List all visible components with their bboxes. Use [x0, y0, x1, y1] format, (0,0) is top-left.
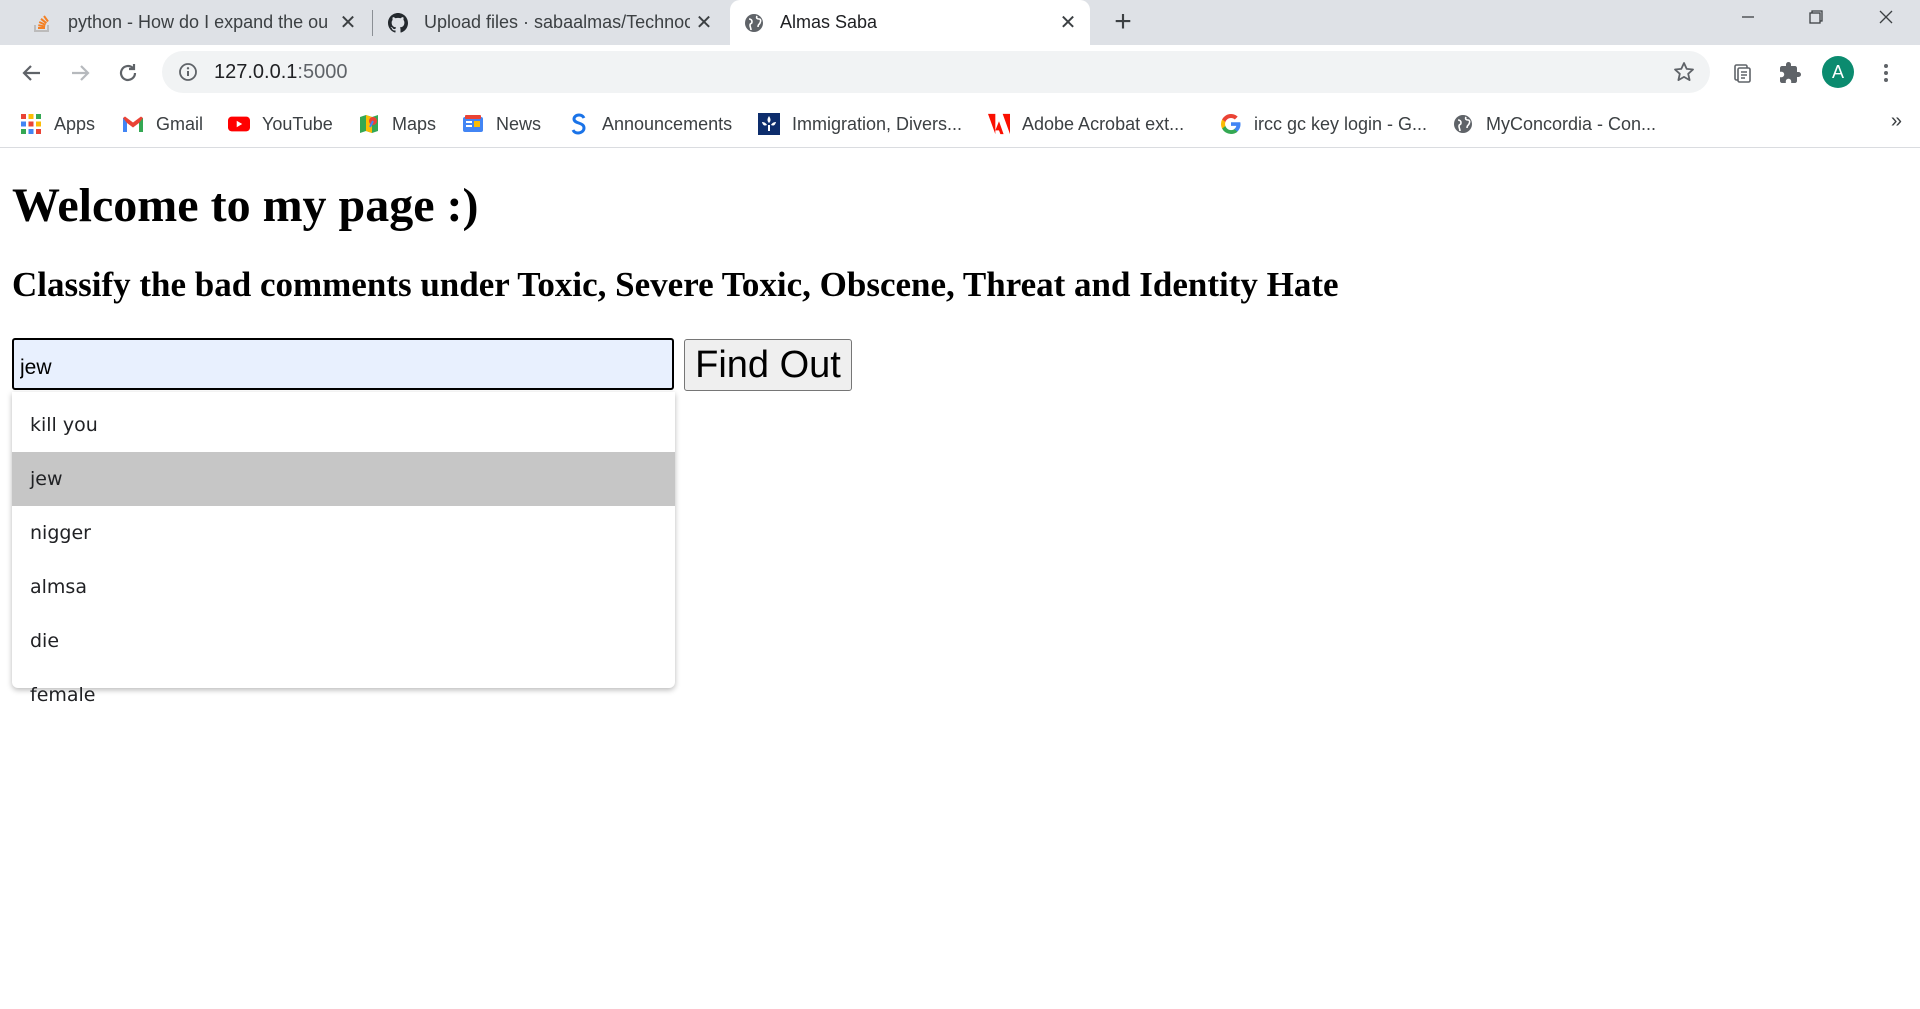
browser-toolbar: 127.0.0.1:5000 A: [0, 45, 1920, 100]
profile-avatar[interactable]: A: [1822, 56, 1854, 88]
close-window-button[interactable]: [1852, 0, 1920, 34]
back-button[interactable]: [12, 53, 52, 93]
bookmark-adobe[interactable]: Adobe Acrobat ext...: [988, 111, 1184, 137]
maps-icon: [358, 113, 380, 135]
bookmark-news[interactable]: News: [462, 111, 541, 137]
reading-list-icon[interactable]: [1724, 55, 1760, 91]
restore-button[interactable]: [1782, 0, 1850, 34]
stackoverflow-icon: [32, 13, 52, 33]
github-icon: [388, 12, 408, 33]
reload-icon: [119, 64, 137, 82]
youtube-icon: [228, 113, 250, 135]
adobe-icon: [988, 113, 1010, 135]
bookmark-label: Announcements: [602, 113, 733, 134]
page-content: Welcome to my page :) Classify the bad c…: [0, 148, 1920, 1009]
news-icon: [462, 113, 484, 135]
bookmark-announcements[interactable]: Announcements: [568, 111, 732, 137]
suggestion-item[interactable]: almsa: [12, 560, 675, 614]
apps-grid-icon: [20, 113, 42, 135]
bookmark-label: MyConcordia - Con...: [1486, 113, 1657, 134]
bookmarks-overflow-button[interactable]: »: [1891, 110, 1902, 133]
tab-github[interactable]: Upload files · sabaalmas/Technoc ✕: [374, 0, 726, 45]
google-icon: [1220, 113, 1242, 135]
bookmark-label: Maps: [392, 113, 437, 134]
close-tab-icon[interactable]: ✕: [1054, 9, 1082, 37]
suggestion-item-selected[interactable]: jew: [12, 452, 675, 506]
new-tab-button[interactable]: +: [1105, 4, 1141, 40]
bookmark-myconcordia[interactable]: MyConcordia - Con...: [1452, 111, 1656, 137]
tab-almas-saba[interactable]: Almas Saba ✕: [730, 0, 1090, 45]
globe-icon: [1452, 113, 1474, 135]
bookmark-label: Apps: [54, 113, 96, 134]
bookmark-immigration[interactable]: Immigration, Divers...: [758, 111, 962, 137]
find-out-button[interactable]: Find Out: [684, 339, 852, 391]
bookmark-apps[interactable]: Apps: [20, 111, 95, 137]
bookmark-label: ircc gc key login - G...: [1254, 113, 1428, 134]
gmail-icon: [122, 113, 144, 135]
back-arrow-icon: [22, 65, 40, 81]
bookmark-label: News: [496, 113, 542, 134]
url-text[interactable]: 127.0.0.1:5000: [214, 61, 347, 84]
close-tab-icon[interactable]: ✕: [690, 9, 718, 37]
page-subtitle: Classify the bad comments under Toxic, S…: [12, 265, 1339, 304]
bookmark-maps[interactable]: Maps: [358, 111, 436, 137]
forward-arrow-icon: [72, 65, 90, 81]
page-title: Welcome to my page :): [12, 179, 479, 232]
bookmark-star-icon[interactable]: [1672, 60, 1696, 84]
forward-button[interactable]: [60, 53, 100, 93]
tab-title: Upload files · sabaalmas/Technoc: [424, 12, 690, 32]
tab-separator: [372, 10, 373, 36]
bookmark-youtube[interactable]: YouTube: [228, 111, 333, 137]
url-port: :5000: [297, 61, 348, 83]
tab-title: python - How do I expand the ou: [68, 12, 329, 32]
suggestion-item[interactable]: die: [12, 614, 675, 668]
tab-strip: python - How do I expand the ou ✕ Upload…: [0, 0, 1920, 45]
comment-input[interactable]: [12, 338, 674, 390]
menu-kebab-icon[interactable]: [1868, 55, 1904, 91]
address-bar[interactable]: 127.0.0.1:5000: [162, 51, 1710, 93]
close-tab-icon[interactable]: ✕: [334, 9, 362, 37]
site-info-icon[interactable]: [178, 62, 198, 82]
autocomplete-dropdown: kill you jew nigger almsa die female: [12, 392, 675, 706]
extensions-puzzle-icon[interactable]: [1772, 55, 1808, 91]
tab-title: Almas Saba: [780, 12, 878, 32]
globe-icon: [744, 13, 764, 33]
url-host: 127.0.0.1: [214, 61, 298, 83]
suggestion-item[interactable]: female: [12, 668, 675, 722]
bookmark-label: Gmail: [156, 113, 204, 134]
suggestion-item[interactable]: kill you: [12, 398, 675, 452]
bookmark-label: Adobe Acrobat ext...: [1022, 113, 1185, 134]
bookmark-label: YouTube: [262, 113, 333, 134]
bookmarks-bar: Apps Gmail YouTube Maps News Announcemen…: [0, 100, 1920, 148]
canada-fleur-icon: [758, 113, 780, 135]
announcements-icon: [568, 113, 590, 135]
bookmark-label: Immigration, Divers...: [792, 113, 963, 134]
bookmark-gmail[interactable]: Gmail: [122, 111, 203, 137]
tab-stackoverflow[interactable]: python - How do I expand the ou ✕: [18, 0, 370, 45]
reload-button[interactable]: [108, 53, 148, 93]
suggestion-item[interactable]: nigger: [12, 506, 675, 560]
bookmark-ircc[interactable]: ircc gc key login - G...: [1220, 111, 1427, 137]
minimize-button[interactable]: [1714, 0, 1782, 34]
